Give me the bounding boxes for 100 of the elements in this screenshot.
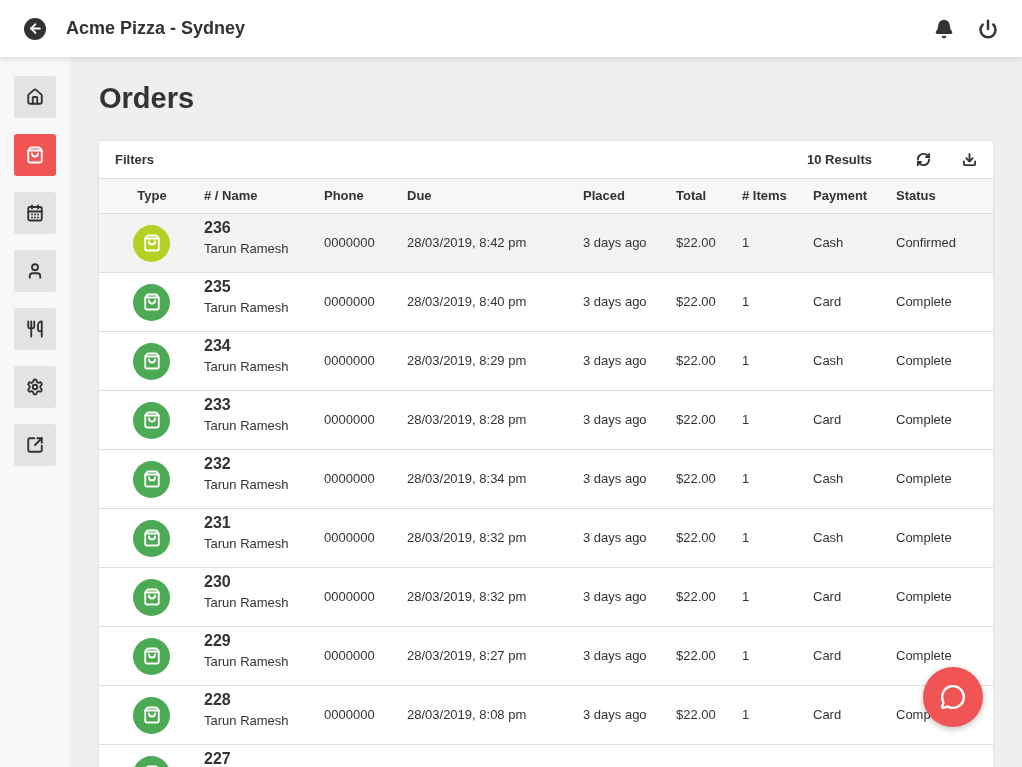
customer-name: Tarun Ramesh xyxy=(204,653,290,671)
table-cell-text: $22.00 xyxy=(676,706,717,725)
sidebar-item[interactable] xyxy=(14,424,56,466)
shopping-bag-icon xyxy=(26,146,44,164)
page-title: Orders xyxy=(99,81,196,115)
table-cell-text: 0000000 xyxy=(324,293,376,312)
order-number: 236 xyxy=(204,220,232,236)
column-header[interactable]: # Items xyxy=(742,186,813,206)
column-header[interactable]: Placed xyxy=(583,186,676,206)
order-row[interactable]: 230 Tarun Ramesh 0000000 28/03/2019, 8:32 pm 3 days ago $22.00 1 Card Complete xyxy=(99,568,993,627)
table-cell-text: $22.00 xyxy=(676,411,717,430)
sidebar-item[interactable] xyxy=(14,192,56,234)
customer-name: Tarun Ramesh xyxy=(204,712,290,730)
table-cell-text: 0000000 xyxy=(324,352,376,371)
table-cell-text: 0000000 xyxy=(324,588,376,607)
home-icon xyxy=(26,88,44,106)
sidebar-item[interactable] xyxy=(14,366,56,408)
table-cell-text: $22.00 xyxy=(676,352,717,371)
order-row[interactable]: 229 Tarun Ramesh 0000000 28/03/2019, 8:27 pm 3 days ago $22.00 1 Card Complete xyxy=(99,627,993,686)
order-row[interactable]: 228 Tarun Ramesh 0000000 28/03/2019, 8:08 pm 3 days ago $22.00 1 Card Comp xyxy=(99,686,993,745)
order-row[interactable]: 234 Tarun Ramesh 0000000 28/03/2019, 8:29 pm 3 days ago $22.00 1 Cash Complete xyxy=(99,332,993,391)
refresh-icon[interactable] xyxy=(916,152,931,167)
sidebar-item[interactable] xyxy=(14,308,56,350)
order-number: 233 xyxy=(204,397,232,413)
results-count: 10 Results xyxy=(806,150,872,169)
order-row[interactable]: 232 Tarun Ramesh 0000000 28/03/2019, 8:34 pm 3 days ago $22.00 1 Cash Complete xyxy=(99,450,993,509)
order-row[interactable]: 233 Tarun Ramesh 0000000 28/03/2019, 8:28 pm 3 days ago $22.00 1 Card Complete xyxy=(99,391,993,450)
table-cell-text: $22.00 xyxy=(676,293,717,312)
customer-name: Tarun Ramesh xyxy=(204,535,290,553)
notifications-icon[interactable] xyxy=(934,18,954,39)
back-button[interactable] xyxy=(24,17,46,40)
calendar-icon xyxy=(26,204,44,222)
column-header[interactable]: Total xyxy=(676,186,742,206)
order-row[interactable]: 227 xyxy=(99,745,993,767)
column-header[interactable]: Type xyxy=(136,186,167,206)
table-cell-text: Card xyxy=(813,411,843,430)
table-cell-text: Card xyxy=(813,293,843,312)
table-cell-text: 1 xyxy=(742,234,751,253)
table-cell-text: $22.00 xyxy=(676,588,717,607)
table-cell-text: Complete xyxy=(896,352,953,371)
customer-name: Tarun Ramesh xyxy=(204,417,290,435)
user-icon xyxy=(26,262,44,280)
column-header[interactable]: Phone xyxy=(324,186,407,206)
order-row[interactable]: 231 Tarun Ramesh 0000000 28/03/2019, 8:32 pm 3 days ago $22.00 1 Cash Complete xyxy=(99,509,993,568)
table-cell-text: 28/03/2019, 8:08 pm xyxy=(407,706,528,725)
table-cell-text: 28/03/2019, 8:40 pm xyxy=(407,293,528,312)
table-cell-text: 0000000 xyxy=(324,529,376,548)
table-cell-text: 3 days ago xyxy=(583,706,648,725)
table-cell-text: 1 xyxy=(742,647,751,666)
table-cell-text: Confirmed xyxy=(896,234,957,253)
table-cell-text: 0000000 xyxy=(324,706,376,725)
table-cell-text: 1 xyxy=(742,293,751,312)
order-row[interactable]: 235 Tarun Ramesh 0000000 28/03/2019, 8:40 pm 3 days ago $22.00 1 Card Complete xyxy=(99,273,993,332)
table-cell-text: 0000000 xyxy=(324,234,376,253)
customer-name: Tarun Ramesh xyxy=(204,358,290,376)
table-cell-text: $22.00 xyxy=(676,647,717,666)
download-icon[interactable] xyxy=(962,152,977,167)
table-cell-text: 1 xyxy=(742,529,751,548)
filters-button[interactable]: Filters xyxy=(115,149,154,170)
table-cell-text: 1 xyxy=(742,470,751,489)
table-cell-text: 3 days ago xyxy=(583,588,648,607)
table-cell-text: Card xyxy=(813,706,843,725)
table-cell-text: 28/03/2019, 8:28 pm xyxy=(407,411,528,430)
table-cell-text: Complete xyxy=(896,647,953,666)
table-cell-text: 0000000 xyxy=(324,411,376,430)
table-cell-text: Card xyxy=(813,647,843,666)
order-number: 229 xyxy=(204,633,232,649)
order-number: 227 xyxy=(204,751,232,767)
table-cell-text: 3 days ago xyxy=(583,234,648,253)
table-cell-text: Complete xyxy=(896,588,953,607)
table-cell-text: Cash xyxy=(813,470,845,489)
table-cell-text: 28/03/2019, 8:29 pm xyxy=(407,352,528,371)
sidebar-item[interactable] xyxy=(14,76,56,118)
table-cell-text: 1 xyxy=(742,588,751,607)
column-header[interactable]: Status xyxy=(896,186,993,206)
sidebar-item[interactable] xyxy=(14,250,56,292)
power-icon[interactable] xyxy=(978,18,998,39)
table-cell-text: 3 days ago xyxy=(583,352,648,371)
table-cell-text: 3 days ago xyxy=(583,470,648,489)
table-cell-text: 3 days ago xyxy=(583,411,648,430)
table-cell-text: 28/03/2019, 8:32 pm xyxy=(407,529,528,548)
order-row[interactable]: 236 Tarun Ramesh 0000000 28/03/2019, 8:42 pm 3 days ago $22.00 1 Cash Confirmed xyxy=(99,214,993,273)
external-link-icon xyxy=(26,436,44,454)
column-header[interactable]: Due xyxy=(407,186,583,206)
order-number: 234 xyxy=(204,338,232,354)
table-cell-text: 28/03/2019, 8:27 pm xyxy=(407,647,528,666)
table-cell-text: $22.00 xyxy=(676,234,717,253)
table-cell-text: 3 days ago xyxy=(583,647,648,666)
table-cell-text: 0000000 xyxy=(324,470,376,489)
column-header[interactable]: Payment xyxy=(813,186,896,206)
table-cell-text: Complete xyxy=(896,411,953,430)
table-cell-text: $22.00 xyxy=(676,529,717,548)
table-cell-text: Complete xyxy=(896,470,953,489)
customer-name: Tarun Ramesh xyxy=(204,240,290,258)
order-number: 235 xyxy=(204,279,232,295)
fork-knife-icon xyxy=(26,320,44,338)
table-cell-text: Card xyxy=(813,588,843,607)
table-cell-text: 1 xyxy=(742,352,751,371)
order-number: 228 xyxy=(204,692,232,708)
column-header[interactable]: # / Name xyxy=(204,186,324,206)
